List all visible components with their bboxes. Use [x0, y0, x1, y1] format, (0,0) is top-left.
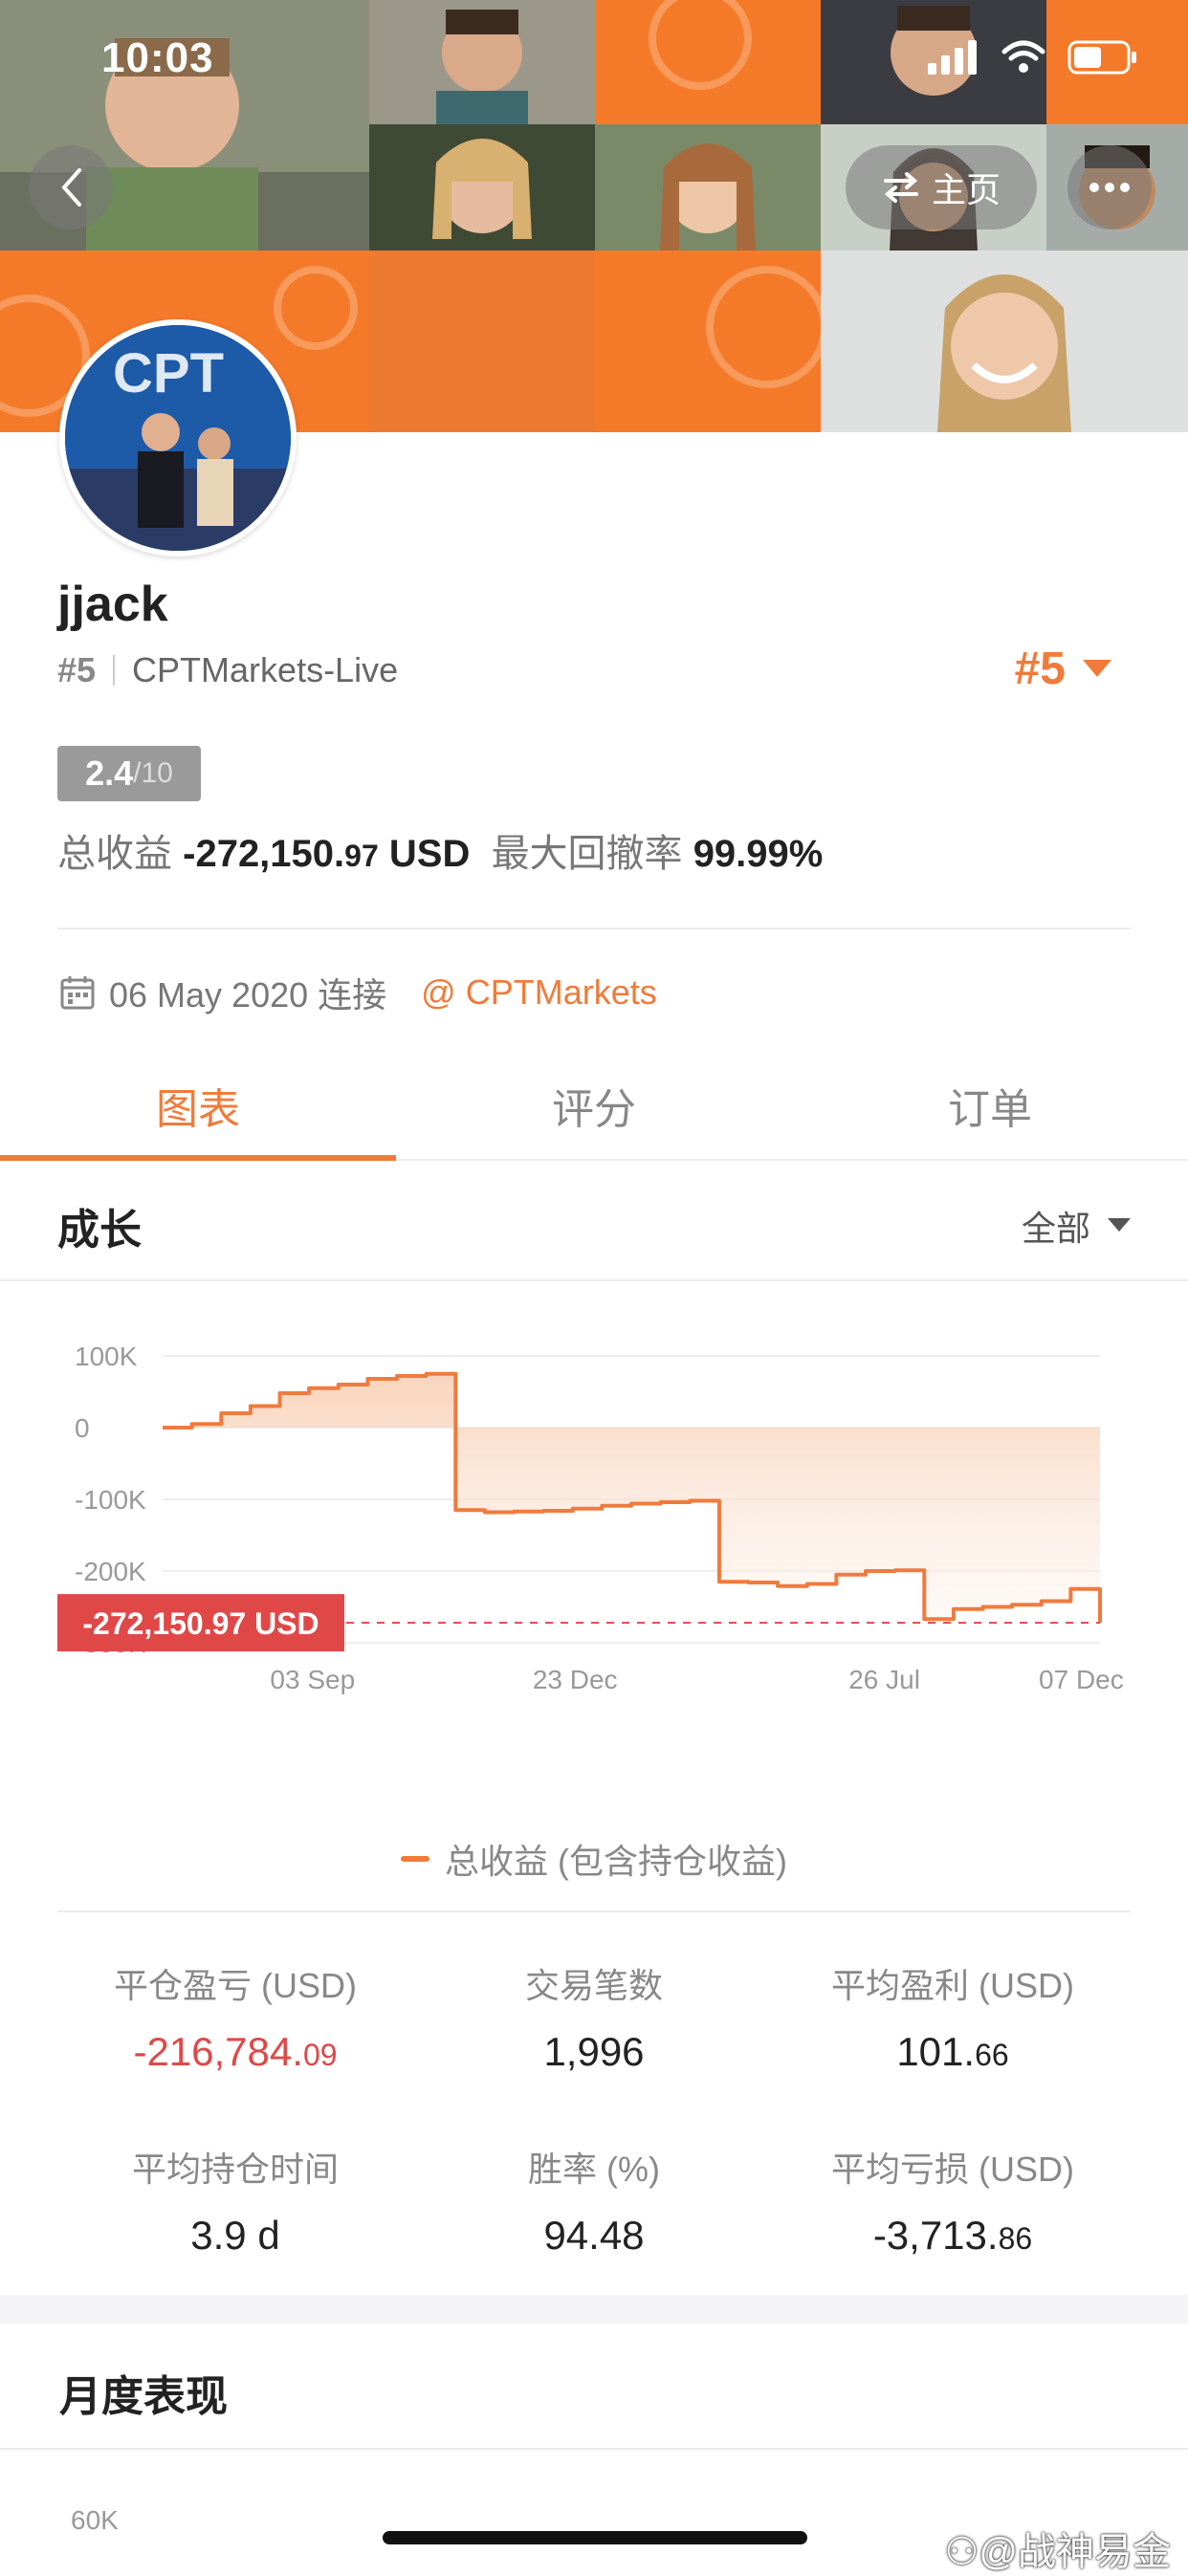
- watermark: ⚇@战神易金: [944, 2531, 1171, 2573]
- divider: [0, 2448, 1188, 2450]
- divider: [57, 928, 1131, 929]
- battery-icon: [1067, 40, 1138, 79]
- stat-win-rate: 胜率 (%) 94.48: [431, 2142, 757, 2259]
- stat-value: 101.66: [896, 2029, 1009, 2074]
- back-button[interactable]: [29, 145, 113, 229]
- score-badge: 2.4/10: [57, 746, 201, 801]
- tab-orders[interactable]: 订单: [792, 1052, 1188, 1159]
- y-tick-label: -100K: [75, 1485, 146, 1515]
- banner-pattern: [369, 251, 595, 432]
- series-area: [163, 1373, 1100, 1624]
- y-tick-label: 0: [75, 1413, 90, 1443]
- stat-avg-profit: 平均盈利 (USD) 101.66: [790, 1958, 1115, 2075]
- range-filter[interactable]: 全部: [1022, 1201, 1131, 1251]
- growth-chart[interactable]: 100K0-100K-200K-300K03 Sep23 Dec26 Jul07…: [0, 1283, 1188, 2239]
- broker-link[interactable]: @ CPTMarkets: [421, 972, 657, 1013]
- y-tick-label: 100K: [75, 1342, 138, 1371]
- stat-closed-pnl: 平仓盈亏 (USD) -216,784.09: [73, 1958, 398, 2075]
- x-tick-label: 26 Jul: [848, 1665, 920, 1694]
- username: jjack: [57, 577, 168, 632]
- stat-value: 3.9 d: [190, 2213, 280, 2258]
- tab-bar: 图表 评分 订单: [0, 1052, 1188, 1161]
- monthly-axis-tick: 60K: [71, 2505, 119, 2535]
- max-drawdown-label: 最大回撤率: [491, 833, 683, 875]
- x-tick-label: 07 Dec: [1039, 1665, 1124, 1694]
- tab-chart[interactable]: 图表: [0, 1052, 396, 1161]
- legend-swatch: [401, 1856, 429, 1862]
- rank-row: #5 CPTMarkets-Live: [57, 650, 398, 690]
- chart-legend: 总收益 (包含持仓收益): [0, 1834, 1188, 1884]
- triangle-down-icon: [1108, 1218, 1131, 1232]
- score-denominator: /10: [133, 757, 173, 789]
- home-indicator[interactable]: [383, 2531, 807, 2544]
- rank-number: #5: [57, 650, 97, 689]
- profit-summary: 总收益 -272,150.97 USD 最大回撤率 99.99%: [57, 822, 823, 878]
- total-profit-label: 总收益: [57, 833, 172, 875]
- banner-pattern: [595, 251, 821, 432]
- growth-title: 成长: [57, 1207, 142, 1254]
- join-row: 06 May 2020 连接 @ CPTMarkets: [59, 968, 657, 1017]
- section-separator: [0, 2295, 1188, 2324]
- stat-value: -3,713.86: [872, 2213, 1033, 2258]
- signal-icon: [926, 40, 979, 79]
- banner-photo: [821, 251, 1188, 432]
- switch-home-label: 主页: [931, 170, 1001, 209]
- rank-dropdown-value: #5: [1014, 644, 1066, 694]
- join-date: 06 May 2020 连接: [109, 975, 387, 1015]
- range-filter-value: 全部: [1021, 1209, 1090, 1248]
- x-tick-label: 03 Sep: [270, 1665, 355, 1694]
- total-profit-value: -272,150.97 USD: [183, 833, 471, 875]
- chevron-left-icon: [61, 168, 81, 207]
- status-icons: [926, 40, 1138, 79]
- calendar-icon: [60, 976, 95, 1010]
- max-drawdown-value: 99.99%: [693, 833, 824, 875]
- divider: [57, 1910, 1131, 1912]
- more-icon: [1089, 183, 1130, 192]
- banner-photo: [595, 124, 821, 251]
- banner-photo: [369, 124, 595, 251]
- swap-arrows-icon: [883, 172, 918, 203]
- stat-avg-hold-time: 平均持仓时间 3.9 d: [73, 2142, 398, 2259]
- divider: [0, 1279, 1188, 1281]
- x-tick-label: 23 Dec: [533, 1665, 618, 1694]
- banner-photo: [369, 0, 595, 124]
- switch-home-button[interactable]: 主页: [846, 145, 1037, 229]
- score-value: 2.4: [85, 753, 134, 793]
- triangle-down-icon: [1083, 659, 1111, 677]
- broker-server: CPTMarkets-Live: [132, 650, 399, 689]
- avatar[interactable]: CPT: [59, 319, 297, 557]
- rank-dropdown[interactable]: #5: [1015, 643, 1111, 695]
- stat-value: -216,784.09: [133, 2029, 338, 2074]
- tab-rating[interactable]: 评分: [396, 1052, 792, 1159]
- divider: [113, 655, 116, 686]
- more-button[interactable]: [1067, 145, 1152, 229]
- wifi-icon: [1001, 40, 1046, 79]
- stat-value: 1,996: [543, 2029, 645, 2074]
- current-value-label: -272,150.97 USD: [82, 1606, 319, 1641]
- stat-trade-count: 交易笔数 1,996: [431, 1958, 757, 2075]
- svg-text:CPT: CPT: [113, 342, 224, 404]
- stat-avg-loss: 平均亏损 (USD) -3,713.86: [790, 2142, 1115, 2259]
- growth-chart-svg: 100K0-100K-200K-300K03 Sep23 Dec26 Jul07…: [57, 1342, 1124, 1694]
- monthly-title: 月度表现: [59, 2373, 228, 2420]
- y-tick-label: -200K: [75, 1557, 146, 1586]
- stat-value: 94.48: [543, 2213, 645, 2258]
- banner-pattern: [595, 0, 821, 124]
- status-time: 10:03: [101, 34, 214, 81]
- legend-label: 总收益 (包含持仓收益): [445, 1842, 787, 1881]
